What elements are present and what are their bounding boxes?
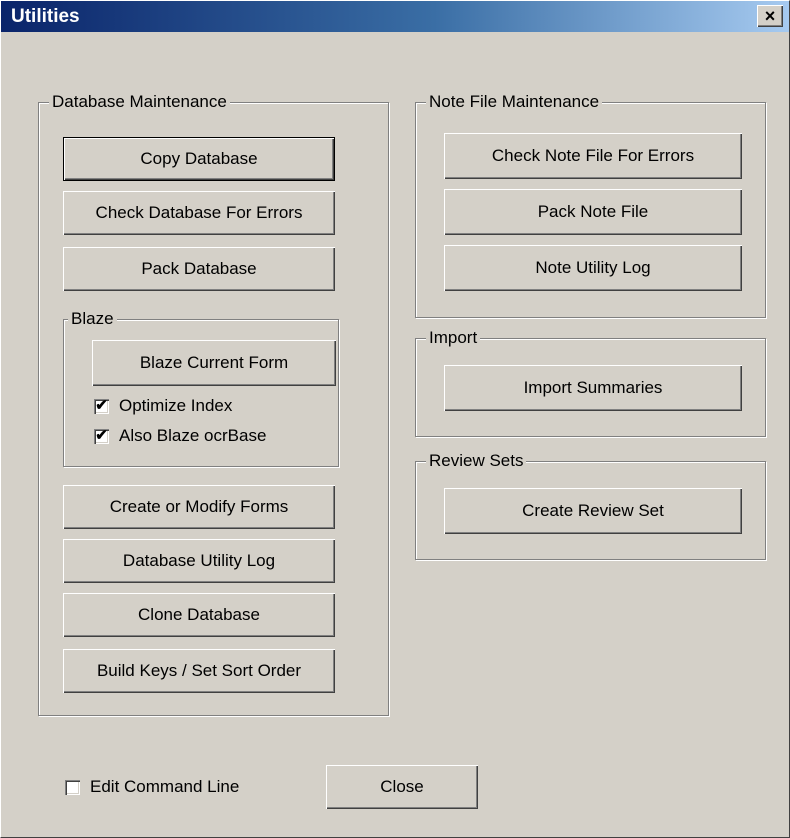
- edit-command-line-row[interactable]: Edit Command Line: [65, 777, 239, 797]
- blaze-label: Blaze: [68, 309, 117, 329]
- import-label: Import: [426, 328, 481, 348]
- close-window-button[interactable]: ×: [757, 5, 783, 27]
- window-title: Utilities: [11, 6, 80, 27]
- review-sets-label: Review Sets: [426, 451, 527, 471]
- build-keys-button[interactable]: Build Keys / Set Sort Order: [63, 649, 335, 693]
- close-button[interactable]: Close: [326, 765, 478, 809]
- edit-command-line-label: Edit Command Line: [90, 777, 240, 796]
- also-blaze-ocrbase-row[interactable]: ✔ Also Blaze ocrBase: [94, 426, 266, 446]
- create-or-modify-forms-button[interactable]: Create or Modify Forms: [63, 485, 335, 529]
- checkmark-icon: ✔: [95, 426, 108, 444]
- create-review-set-button[interactable]: Create Review Set: [444, 488, 742, 534]
- database-maintenance-label: Database Maintenance: [49, 92, 230, 112]
- note-file-maintenance-group: Note File Maintenance Check Note File Fo…: [415, 92, 766, 318]
- blaze-group: Blaze Blaze Current Form ✔ Optimize Inde…: [63, 309, 339, 467]
- database-utility-log-button[interactable]: Database Utility Log: [63, 539, 335, 583]
- also-blaze-ocrbase-label: Also Blaze ocrBase: [119, 426, 267, 445]
- copy-database-button[interactable]: Copy Database: [63, 137, 335, 181]
- utilities-dialog: Utilities × Database Maintenance Copy Da…: [0, 0, 790, 838]
- blaze-current-form-button[interactable]: Blaze Current Form: [92, 340, 336, 386]
- also-blaze-ocrbase-checkbox[interactable]: ✔: [94, 426, 109, 444]
- checkmark-icon: ✔: [95, 396, 108, 414]
- clone-database-button[interactable]: Clone Database: [63, 593, 335, 637]
- close-icon: ×: [764, 6, 776, 26]
- import-group: Import Import Summaries: [415, 328, 766, 437]
- check-database-button[interactable]: Check Database For Errors: [63, 191, 335, 235]
- pack-note-file-button[interactable]: Pack Note File: [444, 189, 742, 235]
- import-summaries-button[interactable]: Import Summaries: [444, 365, 742, 411]
- check-note-file-button[interactable]: Check Note File For Errors: [444, 133, 742, 179]
- optimize-index-row[interactable]: ✔ Optimize Index: [94, 396, 232, 416]
- edit-command-line-checkbox[interactable]: [65, 779, 80, 795]
- review-sets-group: Review Sets Create Review Set: [415, 451, 766, 560]
- optimize-index-checkbox[interactable]: ✔: [94, 396, 109, 414]
- pack-database-button[interactable]: Pack Database: [63, 247, 335, 291]
- database-maintenance-group: Database Maintenance Copy Database Check…: [38, 92, 389, 716]
- note-utility-log-button[interactable]: Note Utility Log: [444, 245, 742, 291]
- title-bar[interactable]: Utilities ×: [1, 1, 789, 32]
- note-file-maintenance-label: Note File Maintenance: [426, 92, 603, 112]
- optimize-index-label: Optimize Index: [119, 396, 233, 415]
